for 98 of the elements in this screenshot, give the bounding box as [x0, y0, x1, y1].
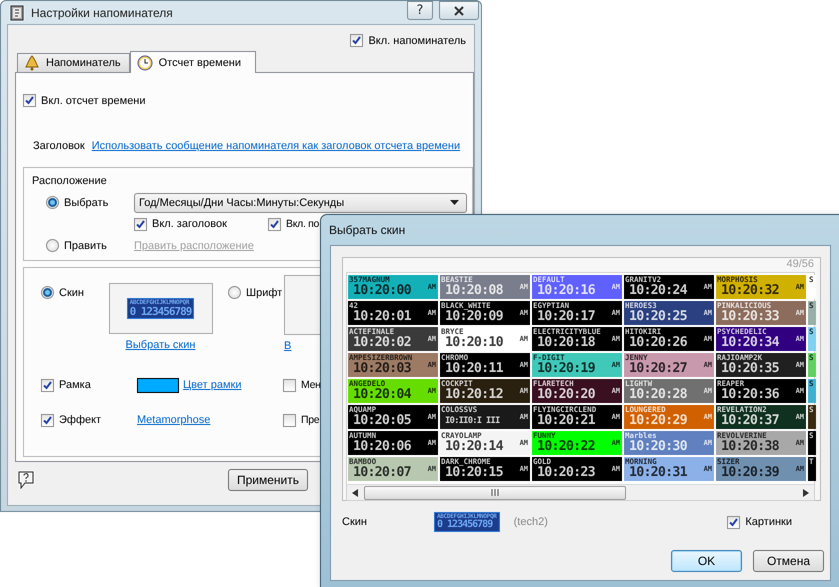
- dropdown[interactable]: Год/Месяцы/Дни Часы:Минуты:Секунды: [134, 192, 467, 212]
- skin-time: 10:20:29: [629, 414, 687, 428]
- checkbox[interactable]: [41, 378, 54, 392]
- choose-skin-link[interactable]: Выбрать скин: [126, 339, 196, 351]
- skin-time: 10:20:01: [353, 310, 411, 324]
- skin-time: 10:20:03: [353, 362, 411, 376]
- scroll-thumb[interactable]: [364, 486, 626, 500]
- ok-button[interactable]: OK: [671, 550, 742, 572]
- skin-time: 10:20:30: [629, 440, 687, 454]
- skin-time: 10:20:34: [721, 336, 779, 350]
- skin-time: 10:20:24: [629, 284, 687, 298]
- cancel-button[interactable]: Отмена: [753, 550, 824, 572]
- radio-button[interactable]: [46, 196, 59, 209]
- skin-time: 10:20:35: [721, 362, 779, 376]
- skin-time: 10:20:39: [721, 466, 779, 480]
- skin-time: 10:20:02: [353, 336, 411, 350]
- skin-time: 10:20:06: [353, 440, 411, 454]
- checkbox[interactable]: [283, 414, 296, 426]
- skin-time: 10:20:27: [629, 362, 687, 376]
- skin-time: 10:20:16: [537, 284, 595, 298]
- skin-time: 10:20:33: [721, 310, 779, 324]
- tab[interactable]: Отсчет времени: [130, 51, 256, 73]
- skin-time: 10:20:36: [721, 388, 779, 402]
- close-button[interactable]: [439, 1, 479, 20]
- help-button[interactable]: ?: [407, 1, 433, 20]
- skin-time: 10:20:22: [537, 440, 595, 454]
- horizontal-scrollbar[interactable]: [347, 484, 814, 500]
- tab[interactable]: Напоминатель: [17, 53, 130, 72]
- bell-icon: [24, 55, 40, 71]
- checkbox[interactable]: [23, 94, 36, 107]
- effect-link[interactable]: Metamorphose: [137, 414, 210, 426]
- preview-digits: 0 123456789: [130, 306, 192, 317]
- checkbox-label: Мен: [301, 379, 321, 391]
- radio-label: Шрифт: [246, 286, 282, 298]
- checkbox[interactable]: [727, 516, 740, 528]
- checkbox-label: Картинки: [745, 516, 792, 528]
- skin-time: 10:20:25: [629, 310, 687, 324]
- checkbox-label: Рамка: [59, 379, 91, 391]
- checkbox[interactable]: [283, 378, 296, 392]
- skin-time: 10:20:09: [445, 310, 503, 324]
- skin-time: 10:20:10: [445, 336, 503, 350]
- app-icon: [9, 4, 25, 20]
- radio-button[interactable]: [46, 239, 59, 252]
- radio-button[interactable]: [41, 286, 54, 299]
- skin-time: I0:II0:I III: [445, 415, 500, 428]
- checkbox-label: Вкл. заголовок: [152, 218, 227, 230]
- skin-time: 10:20:19: [537, 362, 595, 376]
- heading-link[interactable]: Использовать сообщение напоминателя как заголовок отсчета времени: [92, 140, 460, 152]
- clock-icon: [136, 54, 153, 70]
- skin-time: 10:20:07: [353, 466, 411, 480]
- checkbox-label: Вкл. напоминатель: [368, 34, 466, 46]
- frame-color-link[interactable]: Цвет рамки: [183, 379, 242, 391]
- skin-time: 10:20:31: [629, 466, 687, 480]
- dropdown-arrow-icon: [450, 200, 459, 205]
- skin-label: Скин: [342, 516, 368, 528]
- preview-digits: 0 123456789: [437, 520, 494, 530]
- skin-time: 10:20:12: [445, 388, 503, 402]
- skin-name-label: (tech2): [514, 516, 548, 528]
- skin-time: 10:20:00: [353, 284, 411, 298]
- heading-label: Заголовок: [33, 140, 85, 152]
- close-icon: [454, 6, 464, 16]
- dialog-title: Выбрать скин: [329, 223, 406, 237]
- skin-time: 10:20:17: [537, 310, 595, 324]
- help-bubble-icon[interactable]: [18, 471, 34, 489]
- apply-button[interactable]: Применить: [228, 469, 308, 491]
- checkbox[interactable]: [350, 34, 364, 47]
- skin-counter: 49/56: [785, 258, 815, 272]
- radio-label: Править: [64, 240, 107, 252]
- skin-time: 10:20:23: [537, 466, 595, 480]
- radio-label: Выбрать: [64, 196, 108, 208]
- checkbox[interactable]: [41, 414, 54, 426]
- scroll-left-icon[interactable]: [352, 488, 358, 496]
- skin-time: 10:20:05: [353, 414, 411, 428]
- skin-time: 10:20:21: [537, 414, 595, 428]
- skin-time: 10:20:28: [629, 388, 687, 402]
- skin-time: 10:20:04: [353, 388, 411, 402]
- checkbox-label: Вкл. по: [286, 218, 320, 230]
- skin-time: 10:20:11: [445, 362, 503, 376]
- checkbox[interactable]: [134, 218, 147, 230]
- skin-time: 10:20:14: [445, 440, 503, 454]
- color-swatch[interactable]: [137, 378, 179, 392]
- skin-time: 10:20:32: [721, 284, 779, 298]
- skin-time: 10:20:26: [629, 336, 687, 350]
- checkbox[interactable]: [268, 218, 281, 230]
- checkbox-label: Эффект: [59, 414, 102, 426]
- group-title: Расположение: [32, 175, 108, 187]
- checkbox-label: Вкл. отсчет времени: [41, 94, 146, 106]
- skin-time: 10:20:38: [721, 440, 779, 454]
- radio-button[interactable]: [228, 286, 241, 299]
- skin-time: 10:20:20: [537, 388, 595, 402]
- checkbox-label: Пре: [301, 414, 320, 426]
- scroll-right-icon[interactable]: [803, 488, 809, 496]
- skin-time: 10:20:18: [537, 336, 595, 350]
- skin-time: 10:20:37: [721, 414, 779, 428]
- radio-label: Скин: [59, 286, 84, 298]
- window-title: Настройки напоминателя: [31, 6, 174, 20]
- skin-time: 10:20:08: [445, 284, 503, 298]
- skin-time: 10:20:15: [445, 466, 503, 480]
